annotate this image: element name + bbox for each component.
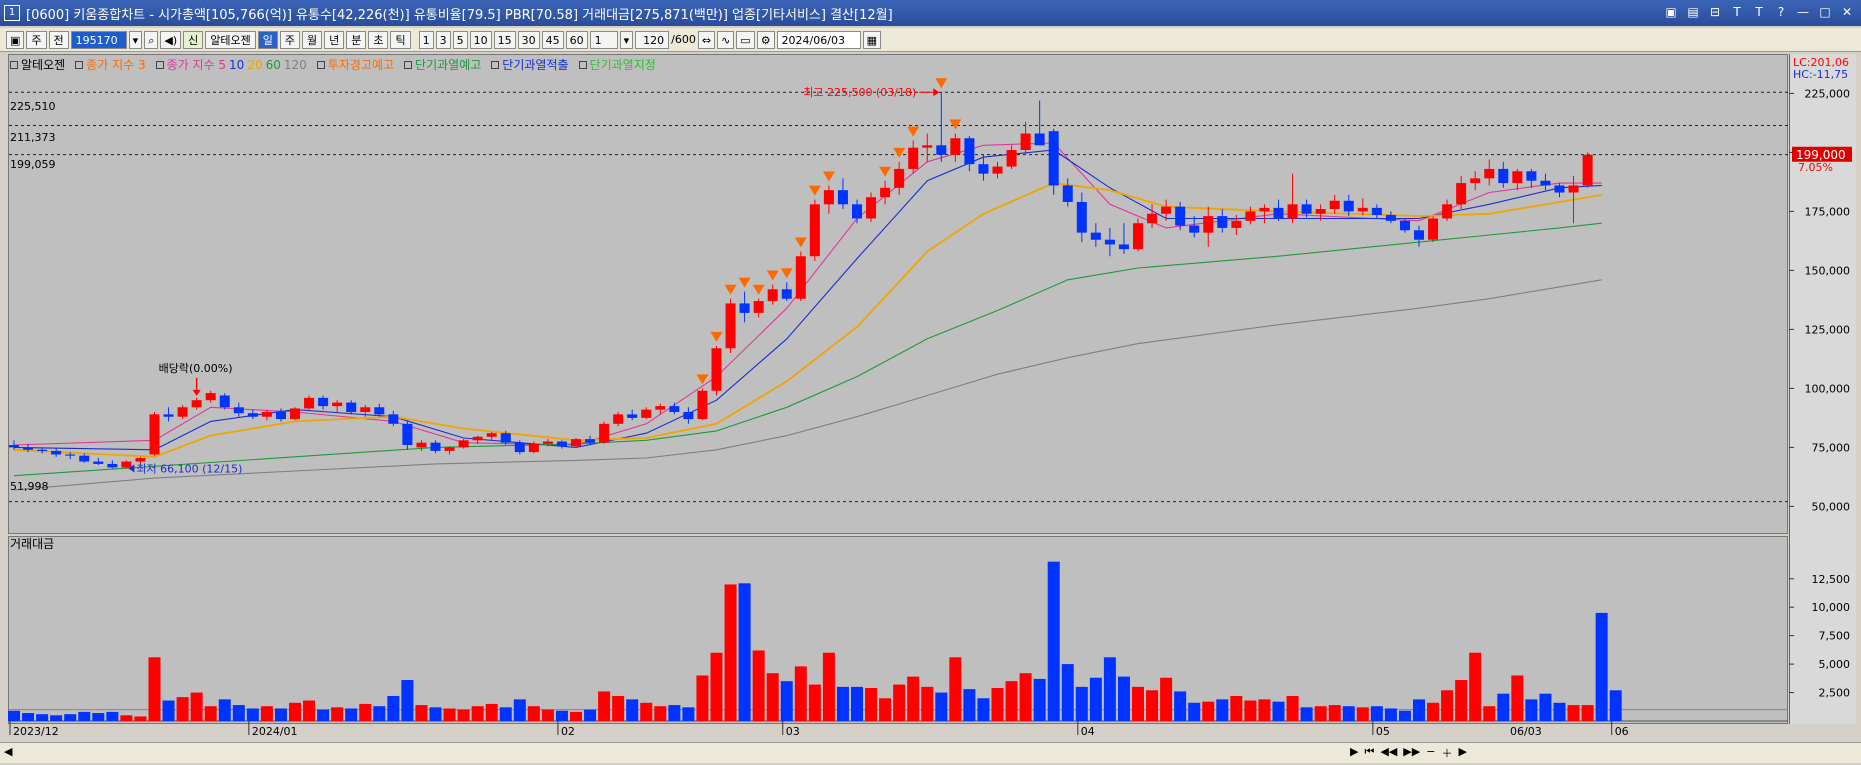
calendar-icon[interactable]: ▦ (862, 30, 881, 49)
minute-60[interactable]: 60 (565, 30, 588, 49)
scroll-bar[interactable]: ◀ ▶ ⏮ ◀◀ ▶▶ − ＋ ▶ (0, 742, 1861, 763)
x-tick-label: 04 (1081, 725, 1095, 738)
count-input[interactable]: 120 (635, 30, 670, 49)
stock-name: 알테오젠 (205, 30, 256, 49)
layout-icon[interactable]: ▣ (6, 30, 25, 49)
indicator-legend: 알테오젠 종가 지수 3 종가 지수 5 10 20 60 120 투자경고예고… (10, 56, 656, 73)
x-tick-label: 2024/01 (252, 725, 298, 738)
prev-icon[interactable]: ◀◀ (1380, 745, 1397, 761)
legend-stock[interactable]: 알테오젠 (10, 56, 65, 73)
minute-10[interactable]: 10 (469, 30, 492, 49)
count-total: /600 (671, 33, 696, 46)
next-icon[interactable]: ▶▶ (1403, 745, 1420, 761)
text-icon[interactable]: T (1729, 4, 1745, 20)
interval-tick[interactable]: 틱 (390, 30, 411, 49)
interval-second[interactable]: 초 (368, 30, 389, 49)
chart-toolbar: ▣ 주 전 195170 ▾ ⌕ ◀) 신 알테오젠 일 주 월 년 분 초 틱… (0, 28, 1861, 52)
legend-warn-notice[interactable]: 투자경고예고 (316, 56, 394, 73)
price-chart-area[interactable] (8, 54, 1788, 534)
minute-3[interactable]: 3 (435, 30, 451, 49)
interval-month[interactable]: 월 (301, 30, 323, 49)
scroll-controls: ▶ ⏮ ◀◀ ▶▶ − ＋ ▶ (1350, 745, 1467, 761)
interval-day[interactable]: 일 (257, 30, 278, 49)
legend-overheat-designate[interactable]: 단기과열지정 (578, 56, 656, 73)
overlay-icon[interactable]: ∿ (717, 30, 735, 49)
interval-minute[interactable]: 분 (346, 30, 367, 49)
play-icon[interactable]: ▶ (1350, 745, 1358, 761)
dropdown-icon[interactable]: ▾ (128, 30, 143, 49)
minute-1[interactable]: 1 (418, 30, 434, 49)
stock-badge: 신 (183, 30, 204, 49)
minute-5[interactable]: 5 (452, 30, 468, 49)
minute-45[interactable]: 45 (541, 30, 564, 49)
volume-chart-area[interactable] (8, 536, 1788, 724)
tile-icon[interactable]: ▤ (1685, 4, 1701, 20)
x-tick-label: 05 (1376, 725, 1390, 738)
x-tick-label: 06 (1615, 725, 1629, 738)
legend-ma3[interactable]: 종가 지수 3 (75, 56, 146, 73)
legend-overheat-detect[interactable]: 단기과열적출 (491, 56, 569, 73)
first-icon[interactable]: ⏮ (1364, 745, 1374, 761)
minute-15[interactable]: 15 (493, 30, 516, 49)
title-bar: 1 [0600] 키움종합차트 - 시가총액[105,766(억)] 유통수[4… (0, 0, 1861, 26)
search-icon[interactable]: ⌕ (144, 30, 159, 49)
x-tick-label: 2023/12 (13, 725, 59, 738)
x-tick-label: 02 (561, 725, 575, 738)
minimize-icon[interactable]: — (1795, 4, 1811, 20)
multiplier-input[interactable]: 1 (589, 30, 618, 49)
zoom-out-icon[interactable]: − (1426, 745, 1435, 761)
x-tick-label: 03 (786, 725, 800, 738)
adjust-select[interactable]: 전 (48, 30, 69, 49)
legend-overheat-notice[interactable]: 단기과열예고 (404, 56, 481, 73)
help-icon[interactable]: ? (1773, 4, 1789, 20)
minute-30[interactable]: 30 (517, 30, 540, 49)
zoom-in-icon[interactable]: ＋ (1441, 745, 1452, 761)
window-title: [0600] 키움종합차트 - 시가총액[105,766(억)] 유통수[42,… (26, 7, 893, 23)
speaker-icon[interactable]: ◀) (160, 30, 182, 49)
multiplier-dropdown-icon[interactable]: ▾ (619, 30, 634, 49)
scroll-left-icon[interactable]: ◀ (4, 745, 12, 758)
date-input[interactable]: 2024/06/03 (776, 30, 861, 49)
interval-year[interactable]: 년 (324, 30, 345, 49)
interval-week[interactable]: 주 (279, 30, 300, 49)
x-right-date: 06/03 (1510, 725, 1542, 738)
period-select[interactable]: 주 (26, 30, 47, 49)
stock-code-input[interactable]: 195170 (70, 30, 127, 49)
settings-icon[interactable]: ⚙ (756, 30, 775, 49)
window-controls: ▣ ▤ ⊟ T T ? — □ ✕ (1663, 4, 1855, 20)
font-icon[interactable]: T (1751, 4, 1767, 20)
save-icon[interactable]: ▭ (736, 30, 755, 49)
window-number-icon[interactable]: 1 (4, 5, 20, 21)
lock-icon[interactable]: ⊟ (1707, 4, 1723, 20)
restore-icon[interactable]: ▣ (1663, 4, 1679, 20)
price-axis-panel (1789, 54, 1856, 724)
legend-ma5[interactable]: 종가 지수 5 10 20 60 120 (155, 56, 307, 73)
maximize-icon[interactable]: □ (1817, 4, 1833, 20)
zoom-icon[interactable]: ⇔ (697, 30, 716, 49)
close-icon[interactable]: ✕ (1839, 4, 1855, 20)
scroll-right-icon[interactable]: ▶ (1458, 745, 1466, 761)
